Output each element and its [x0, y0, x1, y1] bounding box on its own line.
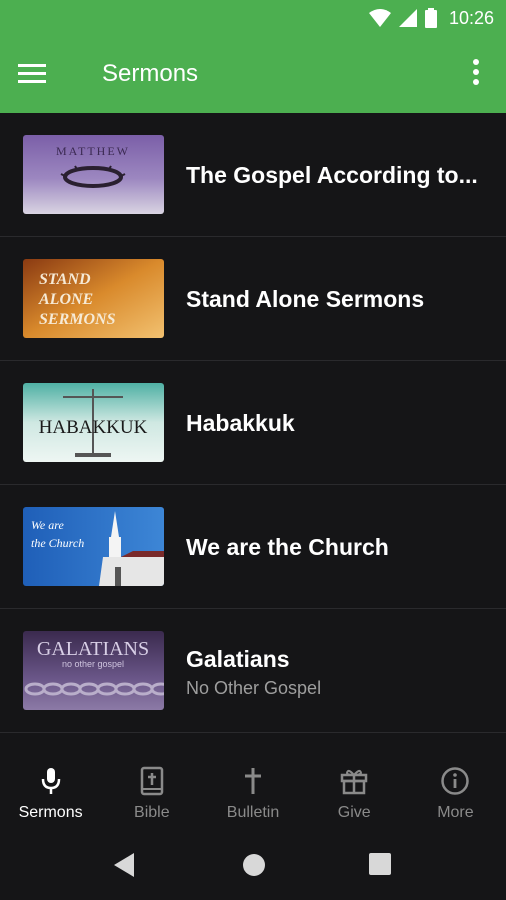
hamburger-icon: [18, 64, 46, 83]
system-navigation-bar: [0, 832, 506, 900]
sermon-subtitle: No Other Gospel: [186, 678, 322, 698]
church-thumbnail-image: We are the Church: [23, 507, 164, 586]
svg-text:the Church: the Church: [31, 536, 84, 550]
nav-label: Bulletin: [226, 804, 280, 821]
svg-text:ALONE: ALONE: [38, 291, 93, 308]
sermon-thumbnail: HABAKKUK: [23, 383, 164, 462]
nav-label: Sermons: [18, 804, 83, 821]
status-bar: 10:26: [0, 0, 506, 36]
nav-item-give[interactable]: Give: [304, 756, 405, 832]
nav-item-more[interactable]: More: [405, 756, 506, 832]
sermon-thumbnail: MATTHEW: [23, 135, 164, 214]
nav-item-sermons[interactable]: Sermons: [0, 756, 101, 832]
svg-text:We are: We are: [31, 518, 64, 532]
matthew-thumbnail-image: MATTHEW: [23, 135, 164, 214]
svg-text:no other gospel: no other gospel: [62, 659, 124, 669]
info-icon: [441, 767, 470, 795]
nav-item-bible[interactable]: Bible: [101, 756, 202, 832]
habakkuk-thumbnail-image: HABAKKUK: [23, 383, 164, 462]
overflow-menu-button[interactable]: [464, 58, 488, 90]
status-time: 10:26: [448, 7, 494, 28]
svg-text:HABAKKUK: HABAKKUK: [39, 417, 148, 438]
sermon-row-stand-alone[interactable]: STAND ALONE SERMONS Stand Alone Sermons: [0, 237, 506, 361]
more-vert-icon: [473, 59, 479, 85]
svg-text:SERMONS: SERMONS: [39, 311, 116, 328]
microphone-icon: [41, 768, 60, 794]
bottom-navigation: Sermons Bible Bulletin Give More: [0, 756, 506, 832]
nav-label: Give: [337, 804, 371, 821]
cell-signal-icon: [398, 9, 417, 27]
sermon-row-galatians[interactable]: GALATIANS no other gospel Galatians No O…: [0, 609, 506, 733]
battery-icon: [424, 8, 437, 28]
sermon-thumbnail: STAND ALONE SERMONS: [23, 259, 164, 338]
back-icon[interactable]: [114, 853, 136, 877]
sermon-title: Galatians: [186, 646, 290, 672]
sermon-row-matthew[interactable]: MATTHEW The Gospel According to...: [0, 113, 506, 237]
sermon-list: MATTHEW The Gospel According to... STAND…: [0, 113, 506, 733]
nav-label: Bible: [134, 804, 170, 821]
svg-text:MATTHEW: MATTHEW: [56, 144, 130, 158]
sermon-row-we-are-the-church[interactable]: We are the Church We are the Church: [0, 485, 506, 609]
sermon-title: The Gospel According to...: [186, 162, 478, 188]
page-title: Sermons: [102, 60, 199, 87]
stand-alone-thumbnail-image: STAND ALONE SERMONS: [23, 259, 164, 338]
menu-button[interactable]: [18, 56, 58, 92]
status-icons: 10:26: [368, 6, 494, 30]
nav-item-bulletin[interactable]: Bulletin: [202, 756, 303, 832]
wifi-icon: [368, 9, 391, 27]
cross-icon: [245, 768, 261, 794]
sermon-thumbnail: We are the Church: [23, 507, 164, 586]
sermon-title: Stand Alone Sermons: [186, 286, 425, 312]
sermon-title: Habakkuk: [186, 410, 295, 436]
recents-icon[interactable]: [369, 853, 391, 875]
app-bar: Sermons: [0, 36, 506, 113]
galatians-thumbnail-image: GALATIANS no other gospel: [23, 631, 164, 710]
gift-icon: [340, 769, 368, 795]
nav-label: More: [437, 804, 474, 821]
sermon-title: We are the Church: [186, 534, 389, 560]
sermon-row-habakkuk[interactable]: HABAKKUK Habakkuk: [0, 361, 506, 485]
sermon-thumbnail: GALATIANS no other gospel: [23, 631, 164, 710]
bible-icon: [140, 766, 164, 796]
svg-text:GALATIANS: GALATIANS: [37, 638, 149, 660]
svg-text:STAND: STAND: [39, 271, 91, 288]
home-icon[interactable]: [242, 853, 266, 877]
